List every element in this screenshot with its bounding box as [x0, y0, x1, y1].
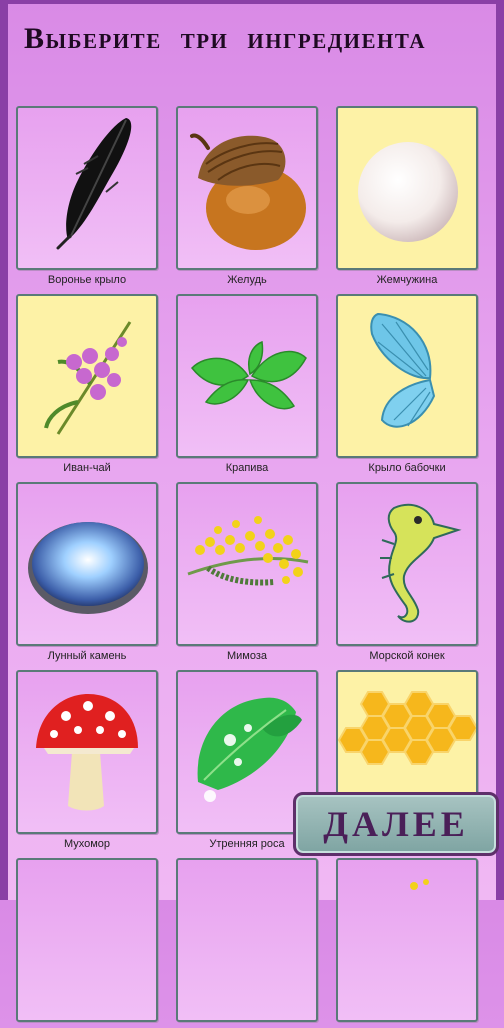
ingredient-card-fly-agaric[interactable]: Мухомор	[16, 670, 162, 850]
card-frame	[16, 858, 158, 1022]
page-title: Выберите три ингредиента	[24, 22, 426, 55]
nettle-icon	[190, 340, 307, 410]
crow-feather-icon	[56, 118, 132, 250]
ingredient-card-acorn[interactable]: Желудь	[176, 106, 322, 286]
ingredient-label: Морской конек	[369, 650, 445, 662]
ingredient-label: Желудь	[227, 274, 267, 286]
seahorse-icon	[380, 503, 462, 623]
card-frame	[16, 294, 158, 458]
card-frame	[176, 106, 318, 270]
ingredient-card-hidden-1[interactable]	[16, 858, 162, 1028]
ingredient-label: Мухомор	[63, 838, 111, 850]
moonstone-icon	[28, 522, 148, 614]
ingredient-card-pearl[interactable]: Жемчужина	[336, 106, 482, 286]
ingredient-label: Иван-чай	[63, 462, 111, 474]
fly-agaric-icon	[36, 694, 138, 811]
sparkle-icon	[410, 879, 429, 890]
ingredient-card-mimosa[interactable]: Мимоза	[176, 482, 322, 662]
ingredient-label: Лунный камень	[47, 650, 127, 662]
ingredient-label: Мимоза	[226, 650, 268, 662]
butterfly-wing-icon	[370, 312, 436, 428]
ingredient-card-nettle[interactable]: Крапива	[176, 294, 322, 474]
ingredient-card-crow-feather[interactable]: Воронье крыло	[16, 106, 162, 286]
next-button[interactable]: ДАЛЕЕ	[293, 792, 499, 856]
ingredient-card-moonstone[interactable]: Лунный камень	[16, 482, 162, 662]
card-frame	[16, 106, 158, 270]
card-frame	[176, 294, 318, 458]
card-frame	[336, 106, 478, 270]
ingredient-card-butterfly-wing[interactable]: Крыло бабочки	[336, 294, 482, 474]
ingredient-card-hidden-3[interactable]	[336, 858, 482, 1028]
card-frame	[336, 858, 478, 1022]
card-frame	[336, 294, 478, 458]
pearl-icon	[358, 142, 458, 242]
card-frame	[176, 482, 318, 646]
card-frame	[336, 482, 478, 646]
fireweed-icon	[44, 321, 132, 435]
card-frame	[16, 482, 158, 646]
ingredient-label: Крапива	[225, 462, 269, 474]
ingredient-label: Жемчужина	[376, 274, 438, 286]
ingredient-card-seahorse[interactable]: Морской конек	[336, 482, 482, 662]
ingredient-card-hidden-2[interactable]	[176, 858, 322, 1028]
ingredient-label: Крыло бабочки	[368, 462, 446, 474]
card-frame	[176, 858, 318, 1022]
acorn-icon	[190, 133, 306, 250]
mimosa-icon	[187, 516, 309, 586]
card-frame	[16, 670, 158, 834]
ingredient-card-fireweed[interactable]: Иван-чай	[16, 294, 162, 474]
ingredient-label: Воронье крыло	[47, 274, 127, 286]
